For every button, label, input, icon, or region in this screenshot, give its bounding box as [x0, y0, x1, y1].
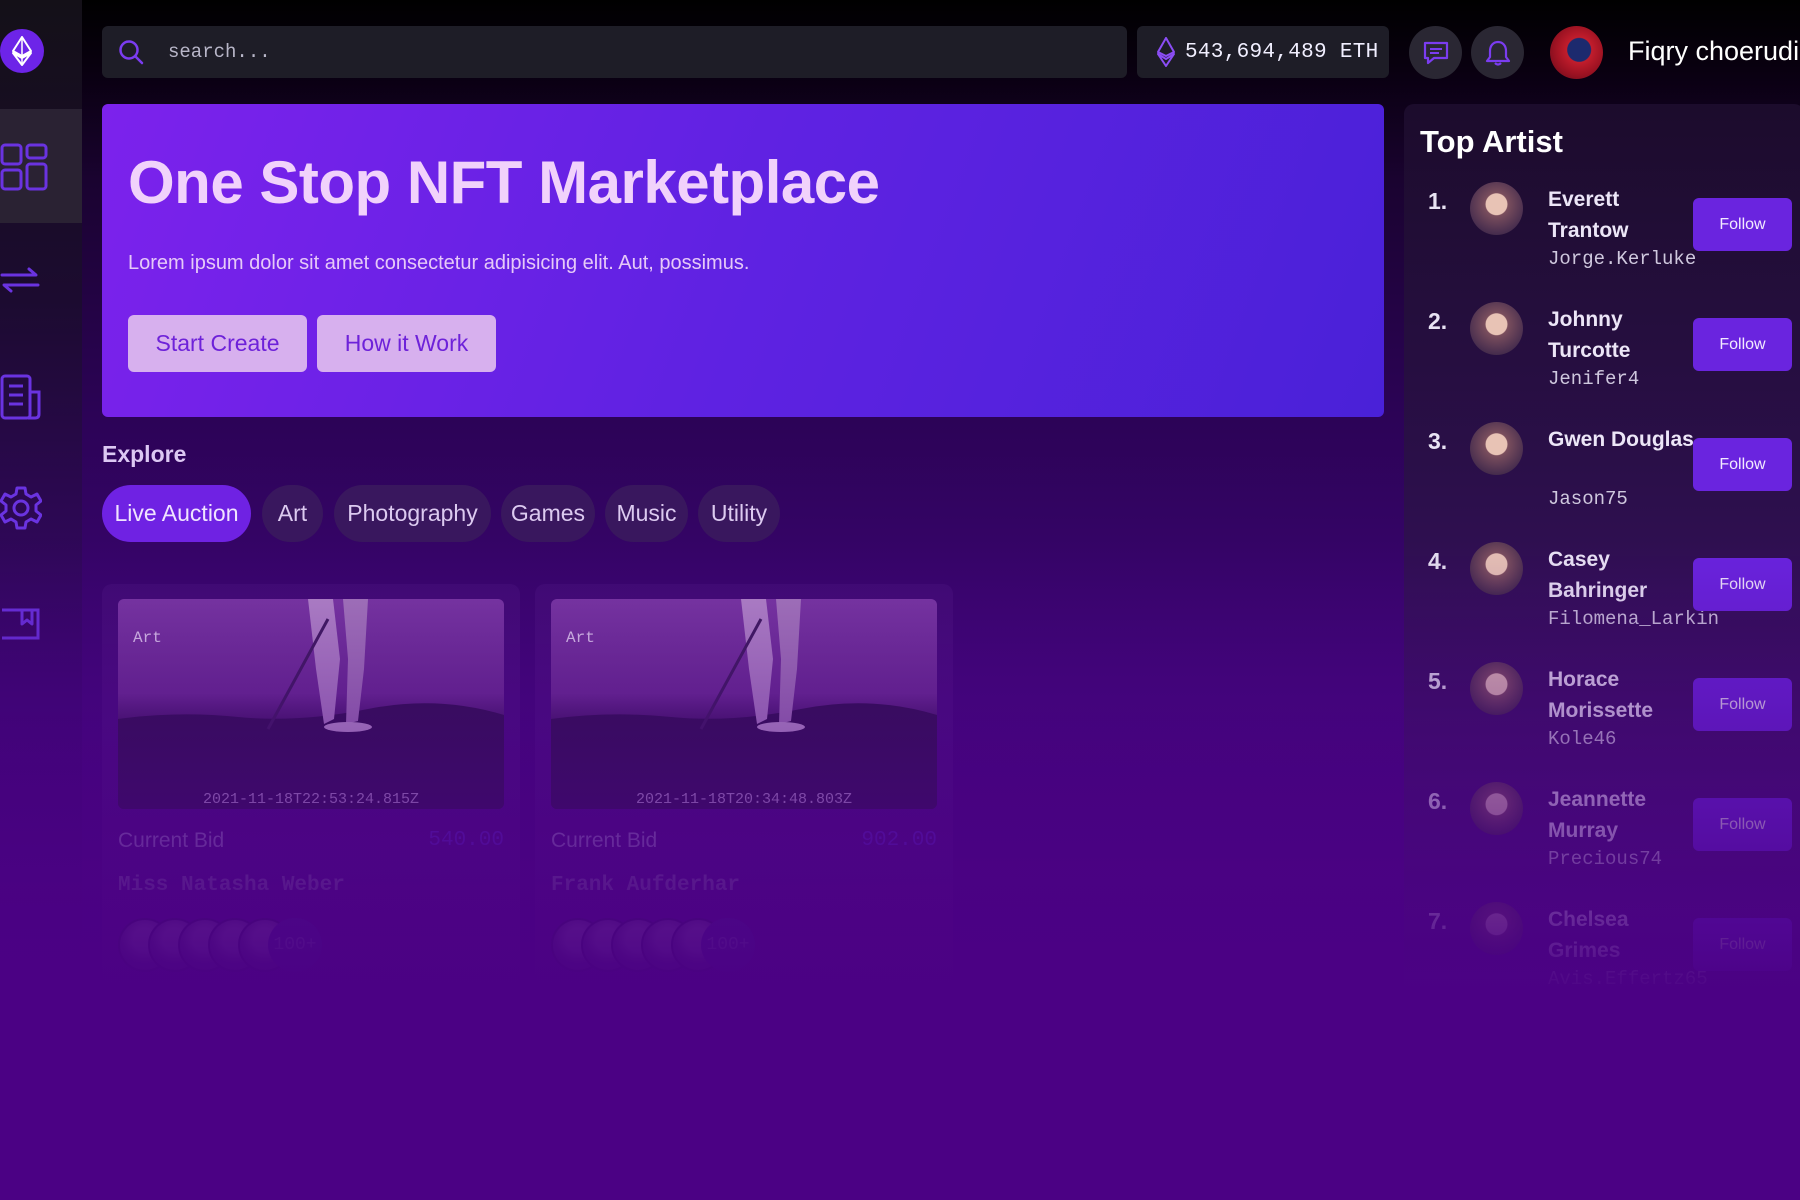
- settings-gear-icon[interactable]: [0, 486, 43, 535]
- bidder-count: 100+: [268, 918, 322, 972]
- artist-avatar[interactable]: [1470, 422, 1523, 475]
- chip-art[interactable]: Art: [262, 485, 323, 542]
- chat-icon: [1423, 41, 1448, 64]
- artist-handle: Kole46: [1548, 728, 1617, 750]
- artist-handle: Jorge.Kerluke: [1548, 248, 1697, 270]
- bidder-avatars: 100+: [118, 918, 418, 973]
- current-bid-label: Current Bid: [118, 829, 225, 852]
- artist-row: 2. Johnny Turcotte Jenifer4 Follow: [1404, 302, 1800, 412]
- eth-balance: 543,694,489 ETH: [1137, 26, 1389, 78]
- artist-name[interactable]: Horace Morissette: [1548, 664, 1698, 726]
- document-list-icon[interactable]: [0, 374, 42, 425]
- artist-avatar[interactable]: [1470, 782, 1523, 835]
- artist-rank: 2.: [1428, 308, 1448, 334]
- artist-avatar[interactable]: [1470, 662, 1523, 715]
- nft-tag: Art: [133, 629, 162, 647]
- chip-utility[interactable]: Utility: [698, 485, 780, 542]
- hero-title: One Stop NFT Marketplace: [128, 149, 880, 216]
- artist-name[interactable]: Casey Bahringer: [1548, 544, 1698, 606]
- hero-description: Lorem ipsum dolor sit amet consectetur a…: [128, 252, 750, 274]
- artist-avatar[interactable]: [1470, 302, 1523, 355]
- user-avatar[interactable]: [1550, 26, 1603, 79]
- artist-name[interactable]: Everett Trantow: [1548, 184, 1698, 246]
- follow-button[interactable]: Follow: [1693, 798, 1792, 851]
- transfer-arrows-icon[interactable]: [0, 266, 40, 299]
- chip-music[interactable]: Music: [605, 485, 688, 542]
- artist-row: 1. Everett Trantow Jorge.Kerluke Follow: [1404, 182, 1800, 292]
- sidebar: [0, 0, 82, 1200]
- artist-rank: 6.: [1428, 788, 1448, 814]
- follow-button[interactable]: Follow: [1693, 678, 1792, 731]
- artist-handle: Jason75: [1548, 488, 1628, 510]
- top-artist-panel: Top Artist 1. Everett Trantow Jorge.Kerl…: [1404, 104, 1800, 994]
- artist-row: 6. Jeannette Murray Precious74 Follow: [1404, 782, 1800, 892]
- chip-live-auction[interactable]: Live Auction: [102, 485, 251, 542]
- nft-owner-name[interactable]: Miss Natasha Weber: [118, 874, 345, 897]
- messages-button[interactable]: [1409, 26, 1462, 79]
- artist-name[interactable]: Johnny Turcotte: [1548, 304, 1698, 366]
- search-bar: [102, 26, 1127, 78]
- chip-games[interactable]: Games: [501, 485, 595, 542]
- current-bid-label: Current Bid: [551, 829, 658, 852]
- artist-handle: Avis.Effertz65: [1548, 968, 1708, 990]
- bidder-count: 100+: [701, 918, 755, 972]
- artist-row: 5. Horace Morissette Kole46 Follow: [1404, 662, 1800, 772]
- artist-rank: 4.: [1428, 548, 1448, 574]
- artist-row: 7. Chelsea Grimes Avis.Effertz65 Follow: [1404, 902, 1800, 1012]
- artist-row: 4. Casey Bahringer Filomena_Larkin Follo…: [1404, 542, 1800, 652]
- nft-tag: Art: [566, 629, 595, 647]
- artist-name[interactable]: Jeannette Murray: [1548, 784, 1698, 846]
- ethereum-icon: [1157, 37, 1175, 67]
- current-bid-value: 902.00: [861, 829, 937, 852]
- nft-image: 2021-11-18T22:53:24.815Z: [118, 599, 504, 809]
- dashboard-grid-icon[interactable]: [0, 143, 48, 196]
- follow-button[interactable]: Follow: [1693, 198, 1792, 251]
- artist-row: 3. Gwen Douglas Jason75 Follow: [1404, 422, 1800, 532]
- artist-rank: 1.: [1428, 188, 1448, 214]
- current-bid-value: 540.00: [428, 829, 504, 852]
- eth-balance-value: 543,694,489 ETH: [1185, 40, 1379, 64]
- user-name[interactable]: Fiqry choerudin: [1628, 36, 1800, 67]
- bidder-avatars: 100+: [551, 918, 851, 973]
- artist-rank: 3.: [1428, 428, 1448, 454]
- nft-card[interactable]: 2021-11-18T22:53:24.815Z Art Current Bid…: [102, 584, 520, 984]
- ethereum-logo-icon[interactable]: [0, 29, 44, 73]
- search-icon: [119, 40, 144, 65]
- artist-avatar[interactable]: [1470, 542, 1523, 595]
- artist-avatar[interactable]: [1470, 902, 1523, 955]
- artist-name[interactable]: Chelsea Grimes: [1548, 904, 1698, 966]
- hero-banner: One Stop NFT Marketplace Lorem ipsum dol…: [102, 104, 1384, 417]
- follow-button[interactable]: Follow: [1693, 438, 1792, 491]
- artist-handle: Jenifer4: [1548, 368, 1640, 390]
- artist-handle: Filomena_Larkin: [1548, 608, 1720, 630]
- nft-card[interactable]: 2021-11-18T20:34:48.803Z Art Current Bid…: [535, 584, 953, 984]
- nft-date: 2021-11-18T22:53:24.815Z: [202, 791, 420, 808]
- follow-button[interactable]: Follow: [1693, 318, 1792, 371]
- artist-avatar[interactable]: [1470, 182, 1523, 235]
- top-artist-title: Top Artist: [1420, 124, 1563, 159]
- notifications-button[interactable]: [1471, 26, 1524, 79]
- explore-title: Explore: [102, 441, 187, 467]
- start-create-button[interactable]: Start Create: [128, 315, 307, 372]
- chip-photography[interactable]: Photography: [334, 485, 491, 542]
- artist-handle: Precious74: [1548, 848, 1663, 870]
- artist-rank: 5.: [1428, 668, 1448, 694]
- follow-button[interactable]: Follow: [1693, 558, 1792, 611]
- nft-owner-name[interactable]: Frank Aufderhar: [551, 874, 740, 897]
- search-input[interactable]: [168, 41, 1068, 63]
- follow-button[interactable]: Follow: [1693, 918, 1792, 971]
- nft-date: 2021-11-18T20:34:48.803Z: [635, 791, 853, 808]
- bell-icon: [1485, 40, 1510, 66]
- nft-image: 2021-11-18T20:34:48.803Z: [551, 599, 937, 809]
- artist-name[interactable]: Gwen Douglas: [1548, 424, 1698, 455]
- bookmark-book-icon[interactable]: [0, 606, 42, 647]
- how-it-work-button[interactable]: How it Work: [317, 315, 496, 372]
- artist-rank: 7.: [1428, 908, 1448, 934]
